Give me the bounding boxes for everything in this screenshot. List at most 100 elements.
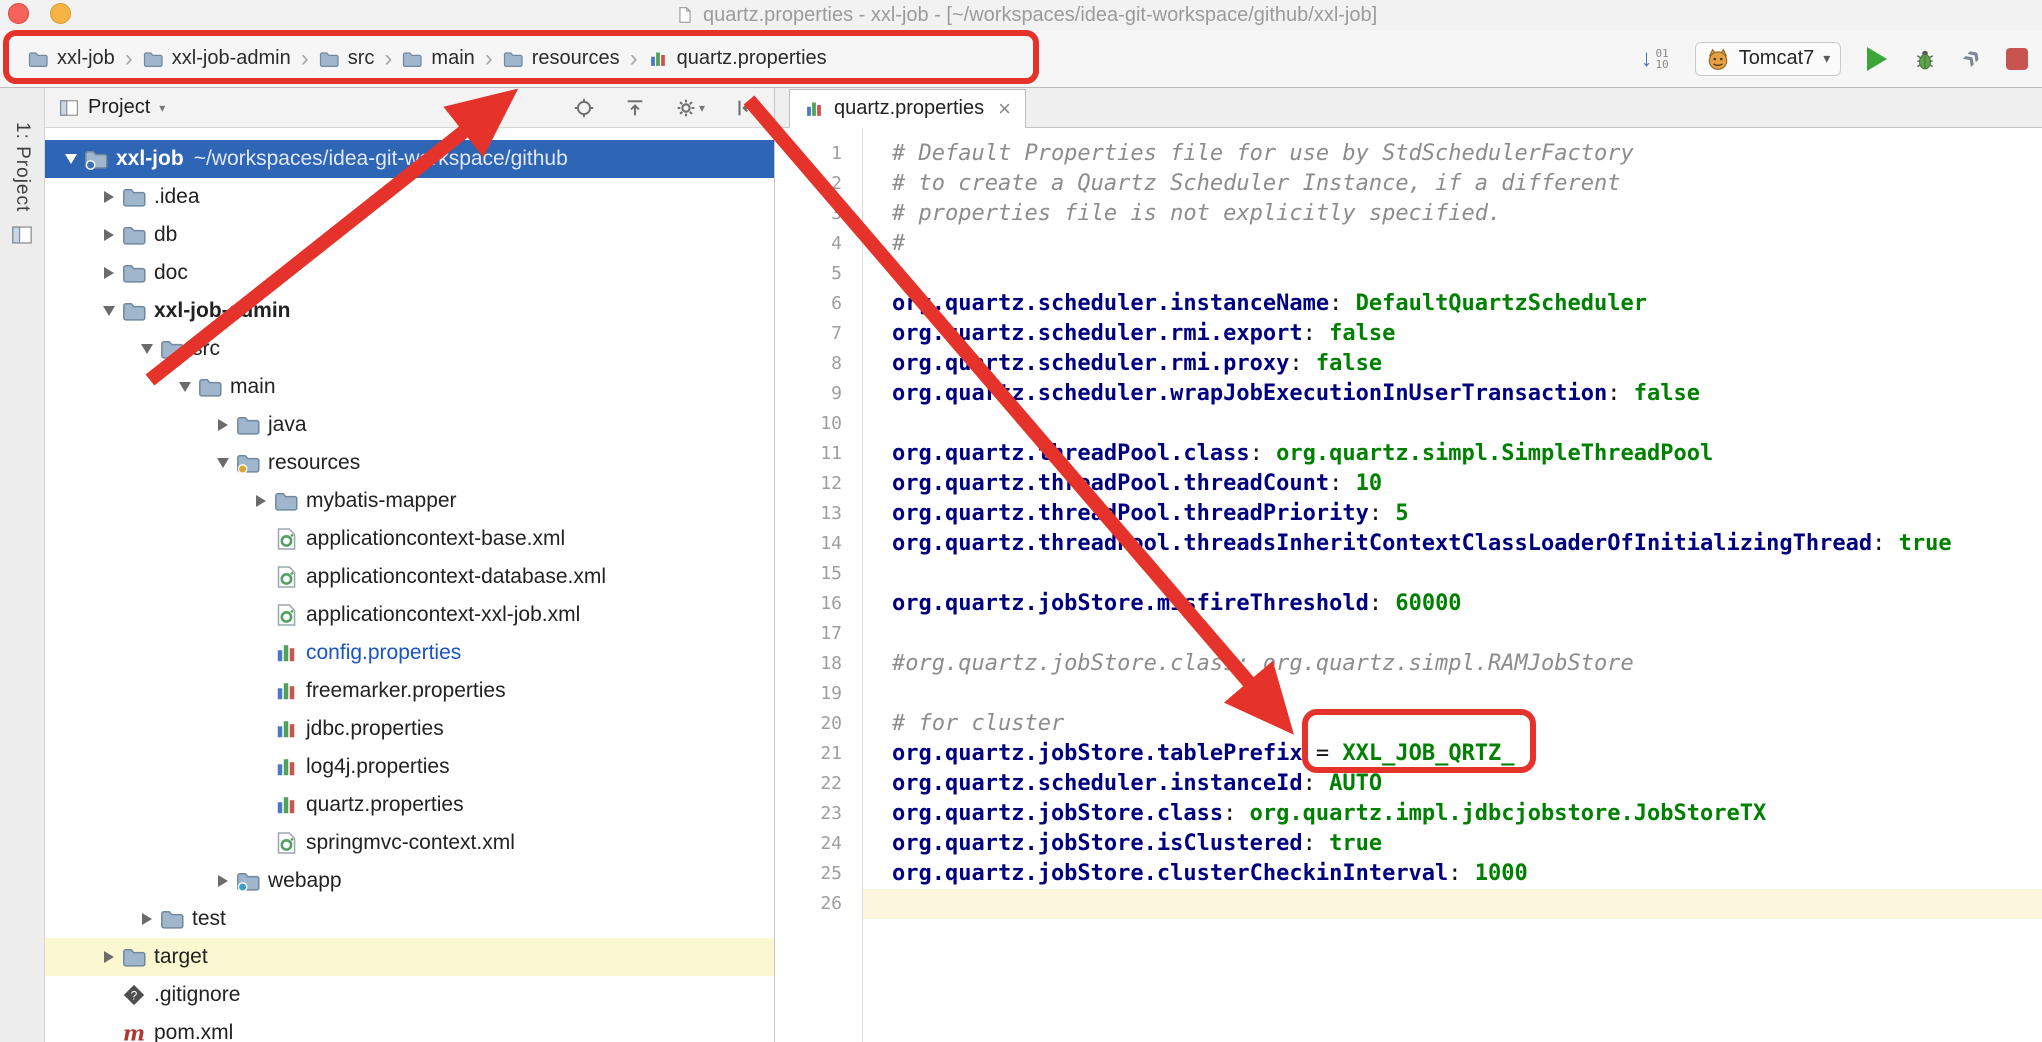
tree-expand-toggle[interactable] xyxy=(210,875,236,887)
breadcrumb-item-main[interactable]: main xyxy=(402,47,474,70)
tree-row-resources[interactable]: resources xyxy=(45,444,774,482)
close-tab-icon[interactable]: × xyxy=(998,98,1011,120)
code-segment-key: org.quartz.jobStore.class xyxy=(892,801,1223,826)
editor-tab-quartz-properties[interactable]: quartz.properties × xyxy=(789,89,1026,128)
coverage-button[interactable]: » xyxy=(1963,46,1980,71)
code-line-23[interactable]: org.quartz.jobStore.class: org.quartz.im… xyxy=(863,799,2042,829)
code-line-19[interactable] xyxy=(863,679,2042,709)
code-line-20[interactable]: # for cluster xyxy=(863,709,2042,739)
hide-panel-button[interactable] xyxy=(734,97,756,119)
tree-row-xxl-job[interactable]: xxl-job~/workspaces/idea-git-workspace/g… xyxy=(45,140,774,178)
stop-button[interactable] xyxy=(2006,48,2028,70)
tree-row-webapp[interactable]: webapp xyxy=(45,862,774,900)
breadcrumb-item-src[interactable]: src xyxy=(319,47,375,70)
tree-row-jdbc-properties[interactable]: jdbc.properties xyxy=(45,710,774,748)
tree-expand-toggle[interactable] xyxy=(134,913,160,925)
tree-row-idea[interactable]: .idea xyxy=(45,178,774,216)
close-window-button[interactable] xyxy=(8,3,29,24)
tree-expand-toggle[interactable] xyxy=(96,305,122,317)
tree-row-freemarker-properties[interactable]: freemarker.properties xyxy=(45,672,774,710)
folder-icon xyxy=(319,49,339,69)
tree-expand-toggle[interactable] xyxy=(210,419,236,431)
code-line-5[interactable] xyxy=(863,259,2042,289)
code-line-14[interactable]: org.quartz.threadPool.threadsInheritCont… xyxy=(863,529,2042,559)
breadcrumb-item-xxl-job[interactable]: xxl-job xyxy=(28,47,115,70)
tree-expand-toggle[interactable] xyxy=(96,191,122,203)
code-line-17[interactable] xyxy=(863,619,2042,649)
line-number: 16 xyxy=(775,589,862,619)
settings-gear-button[interactable]: ▾ xyxy=(675,97,705,119)
code-line-22[interactable]: org.quartz.scheduler.instanceId: AUTO xyxy=(863,769,2042,799)
code-line-16[interactable]: org.quartz.jobStore.misfireThreshold: 60… xyxy=(863,589,2042,619)
collapse-all-button[interactable] xyxy=(624,97,646,119)
code-line-15[interactable] xyxy=(863,559,2042,589)
incoming-changes-indicator[interactable]: ↓ 01 10 xyxy=(1640,47,1668,71)
tree-item-label: log4j.properties xyxy=(306,755,450,779)
incoming-changes-digits: 01 10 xyxy=(1655,48,1668,70)
editor-code[interactable]: # Default Properties file for use by Std… xyxy=(863,128,2042,1042)
tree-row-test[interactable]: test xyxy=(45,900,774,938)
code-line-8[interactable]: org.quartz.scheduler.rmi.proxy: false xyxy=(863,349,2042,379)
tree-expand-toggle[interactable] xyxy=(248,495,274,507)
tree-row-java[interactable]: java xyxy=(45,406,774,444)
project-tool-window-button[interactable]: 1: Project xyxy=(11,122,33,246)
breadcrumb-label: quartz.properties xyxy=(677,47,827,70)
collapse-arrow-icon xyxy=(141,344,153,354)
tree-expand-toggle[interactable] xyxy=(58,153,84,165)
tree-expand-toggle[interactable] xyxy=(96,951,122,963)
tree-expand-toggle[interactable] xyxy=(134,343,160,355)
tree-expand-toggle[interactable] xyxy=(210,457,236,469)
code-line-21[interactable]: org.quartz.jobStore.tablePrefix = XXL_JO… xyxy=(863,739,2042,769)
minimize-window-button[interactable] xyxy=(50,3,71,24)
tree-row-main[interactable]: main xyxy=(45,368,774,406)
tree-row-applicationcontext-xxl-job-xml[interactable]: applicationcontext-xxl-job.xml xyxy=(45,596,774,634)
tree-item-label: springmvc-context.xml xyxy=(306,831,515,855)
code-line-1[interactable]: # Default Properties file for use by Std… xyxy=(863,139,2042,169)
tree-row-pom-xml[interactable]: mpom.xml xyxy=(45,1014,774,1042)
tree-row-quartz-properties[interactable]: quartz.properties xyxy=(45,786,774,824)
tree-expand-toggle[interactable] xyxy=(96,229,122,241)
tree-expand-toggle[interactable] xyxy=(172,381,198,393)
code-line-25[interactable]: org.quartz.jobStore.clusterCheckinInterv… xyxy=(863,859,2042,889)
code-segment-key: org.quartz.threadPool.threadPriority xyxy=(892,501,1369,526)
code-line-4[interactable]: # xyxy=(863,229,2042,259)
tree-row-log4j-properties[interactable]: log4j.properties xyxy=(45,748,774,786)
tree-row-config-properties[interactable]: config.properties xyxy=(45,634,774,672)
code-line-10[interactable] xyxy=(863,409,2042,439)
code-line-3[interactable]: # properties file is not explicitly spec… xyxy=(863,199,2042,229)
code-segment-key: org.quartz.scheduler.instanceName xyxy=(892,291,1329,316)
tree-row-db[interactable]: db xyxy=(45,216,774,254)
breadcrumb-item-quartz-properties[interactable]: quartz.properties xyxy=(648,47,827,70)
tree-item-label: test xyxy=(192,907,226,931)
tree-row-mybatis-mapper[interactable]: mybatis-mapper xyxy=(45,482,774,520)
code-segment-val: XXL_JOB_QRTZ_ xyxy=(1342,741,1514,766)
breadcrumb-item-xxl-job-admin[interactable]: xxl-job-admin xyxy=(143,47,291,70)
chevron-down-icon[interactable]: ▾ xyxy=(159,101,165,115)
run-button[interactable] xyxy=(1867,47,1887,71)
tree-row-gitignore[interactable]: ?.gitignore xyxy=(45,976,774,1014)
debug-button[interactable] xyxy=(1913,47,1937,71)
run-configuration-selector[interactable]: Tomcat7 ▾ xyxy=(1695,42,1842,76)
code-line-7[interactable]: org.quartz.scheduler.rmi.export: false xyxy=(863,319,2042,349)
tree-row-springmvc-context-xml[interactable]: springmvc-context.xml xyxy=(45,824,774,862)
locate-file-button[interactable] xyxy=(573,97,595,119)
tree-expand-toggle[interactable] xyxy=(96,267,122,279)
breadcrumb-item-resources[interactable]: resources xyxy=(503,47,620,70)
code-line-2[interactable]: # to create a Quartz Scheduler Instance,… xyxy=(863,169,2042,199)
code-line-9[interactable]: org.quartz.scheduler.wrapJobExecutionInU… xyxy=(863,379,2042,409)
code-segment-key: org.quartz.threadPool.threadsInheritCont… xyxy=(892,531,1872,556)
tree-row-target[interactable]: target xyxy=(45,938,774,976)
code-line-24[interactable]: org.quartz.jobStore.isClustered: true xyxy=(863,829,2042,859)
code-line-18[interactable]: #org.quartz.jobStore.class: org.quartz.s… xyxy=(863,649,2042,679)
code-line-11[interactable]: org.quartz.threadPool.class: org.quartz.… xyxy=(863,439,2042,469)
code-line-6[interactable]: org.quartz.scheduler.instanceName: Defau… xyxy=(863,289,2042,319)
tree-row-applicationcontext-database-xml[interactable]: applicationcontext-database.xml xyxy=(45,558,774,596)
tree-row-xxl-job-admin[interactable]: xxl-job-admin xyxy=(45,292,774,330)
tree-row-applicationcontext-base-xml[interactable]: applicationcontext-base.xml xyxy=(45,520,774,558)
code-line-26[interactable] xyxy=(863,889,2042,919)
tree-row-doc[interactable]: doc xyxy=(45,254,774,292)
line-number: 13 xyxy=(775,499,862,529)
code-line-12[interactable]: org.quartz.threadPool.threadCount: 10 xyxy=(863,469,2042,499)
code-line-13[interactable]: org.quartz.threadPool.threadPriority: 5 xyxy=(863,499,2042,529)
tree-row-src[interactable]: src xyxy=(45,330,774,368)
